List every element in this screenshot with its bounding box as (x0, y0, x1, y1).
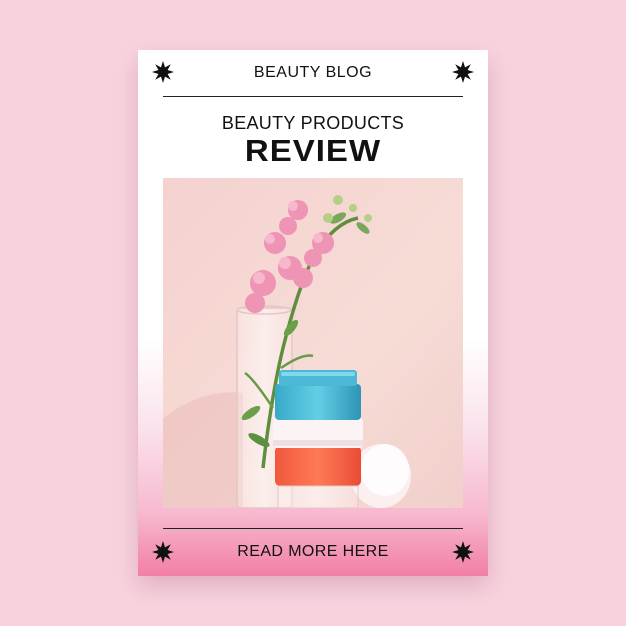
read-more-link[interactable]: READ MORE HERE (138, 543, 488, 561)
page-subtitle: BEAUTY PRODUCTS (221, 113, 405, 133)
bottom-divider (163, 528, 463, 529)
blog-title: BEAUTY BLOG (253, 64, 373, 81)
page-headline: REVIEW (244, 133, 382, 168)
top-divider (163, 96, 463, 97)
sparkle-star-icon (452, 541, 474, 563)
blog-card: BEAUTY BLOG BEAUTY PRODUCTS REVIEW READ … (138, 50, 488, 576)
product-photo (163, 178, 463, 508)
